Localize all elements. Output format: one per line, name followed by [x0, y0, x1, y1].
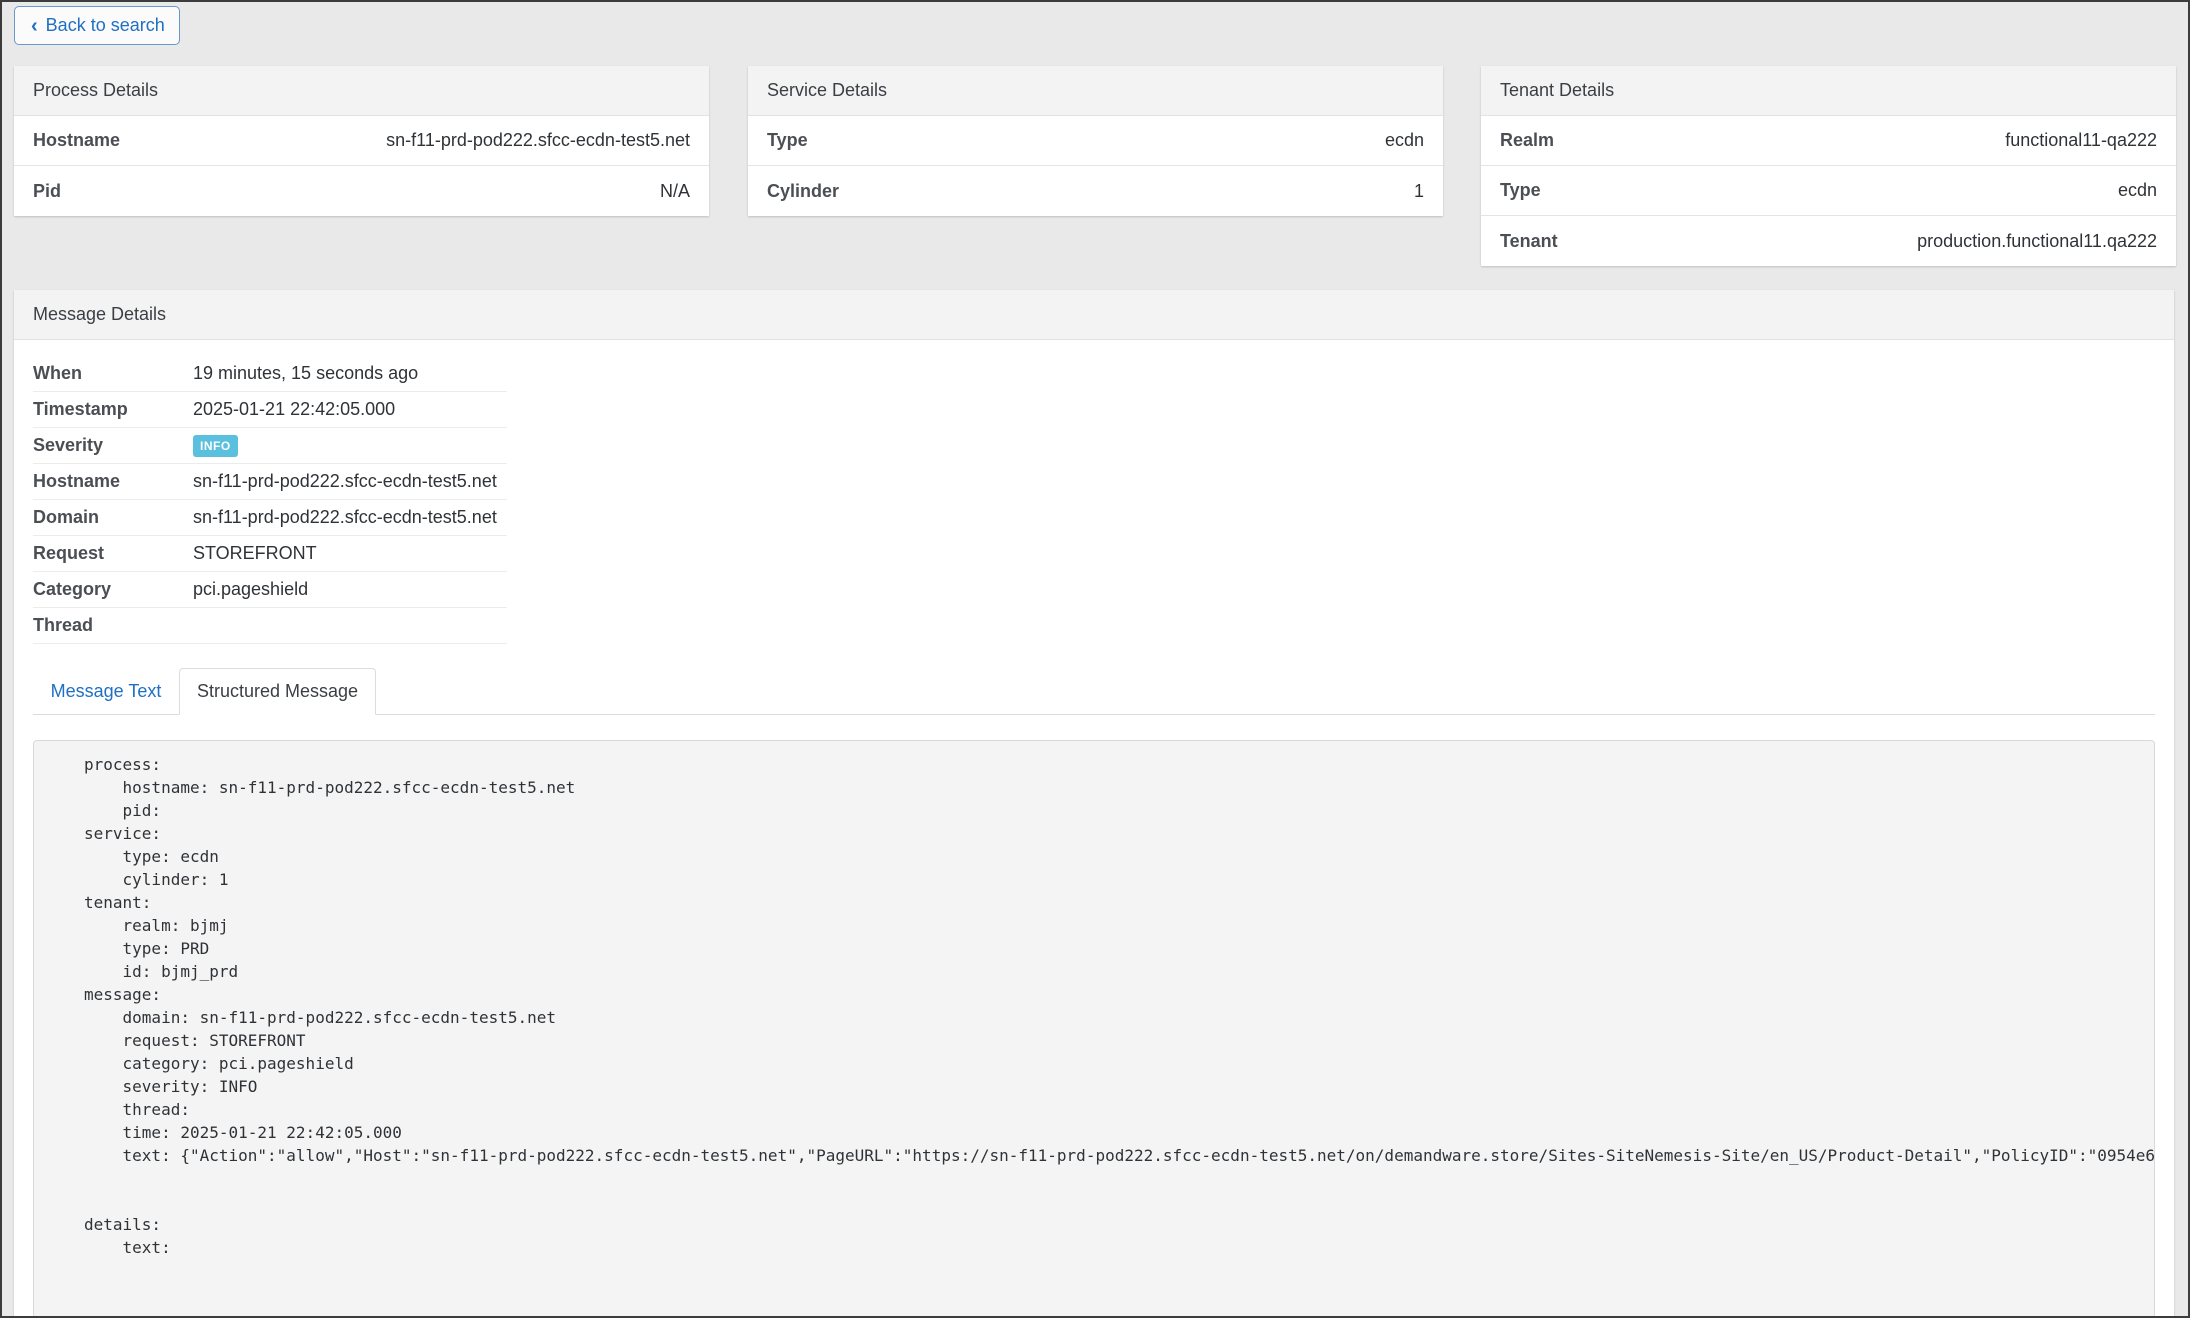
detail-row-category: Category pci.pageshield: [33, 572, 507, 608]
tenant-tenant-row: Tenant production.functional11.qa222: [1481, 216, 2176, 266]
tenant-details-title: Tenant Details: [1481, 66, 2176, 116]
detail-row-timestamp: Timestamp 2025-01-21 22:42:05.000: [33, 392, 507, 428]
detail-row-domain: Domain sn-f11-prd-pod222.sfcc-ecdn-test5…: [33, 500, 507, 536]
back-to-search-button[interactable]: ‹ Back to search: [14, 6, 180, 45]
service-cylinder-value: 1: [1413, 180, 1424, 201]
structured-message-text: process: hostname: sn-f11-prd-pod222.sfc…: [84, 755, 2155, 1257]
tenant-realm-row: Realm functional11-qa222: [1481, 116, 2176, 166]
process-hostname-value: sn-f11-prd-pod222.sfcc-ecdn-test5.net: [386, 130, 690, 150]
message-tabs: Message Text Structured Message: [33, 668, 2155, 715]
severity-badge: INFO: [193, 435, 238, 457]
message-details-title: Message Details: [14, 290, 2174, 340]
detail-key: Domain: [33, 507, 100, 527]
process-hostname-key: Hostname: [33, 130, 121, 150]
detail-key: Timestamp: [33, 399, 128, 419]
detail-row-when: When 19 minutes, 15 seconds ago: [33, 356, 507, 392]
tenant-details-card: Tenant Details Realm functional11-qa222 …: [1481, 66, 2176, 266]
service-details-card: Service Details Type ecdn Cylinder 1: [748, 66, 1443, 216]
tenant-tenant-value: production.functional11.qa222: [1917, 230, 2157, 251]
message-detail-table: When 19 minutes, 15 seconds ago Timestam…: [33, 356, 507, 644]
detail-row-hostname: Hostname sn-f11-prd-pod222.sfcc-ecdn-tes…: [33, 464, 507, 500]
tenant-realm-value: functional11-qa222: [2005, 130, 2157, 150]
detail-value: sn-f11-prd-pod222.sfcc-ecdn-test5.net: [193, 471, 497, 491]
detail-key: Thread: [33, 615, 94, 635]
detail-value: INFO: [193, 434, 238, 457]
detail-value: 19 minutes, 15 seconds ago: [193, 363, 419, 383]
service-details-title: Service Details: [748, 66, 1443, 116]
detail-key: Hostname: [33, 471, 121, 491]
process-details-title: Process Details: [14, 66, 709, 116]
tenant-type-row: Type ecdn: [1481, 166, 2176, 216]
tenant-tenant-key: Tenant: [1500, 230, 1558, 251]
process-hostname-row: Hostname sn-f11-prd-pod222.sfcc-ecdn-tes…: [14, 116, 709, 166]
detail-row-thread: Thread: [33, 608, 507, 644]
service-cylinder-key: Cylinder: [767, 180, 840, 201]
service-type-value: ecdn: [1384, 130, 1424, 150]
detail-value: pci.pageshield: [193, 579, 309, 599]
detail-key: Category: [33, 579, 112, 599]
service-type-key: Type: [767, 130, 808, 150]
detail-value: 2025-01-21 22:42:05.000: [193, 399, 396, 419]
tenant-type-value: ecdn: [2117, 180, 2157, 200]
tab-message-text[interactable]: Message Text: [33, 668, 179, 715]
service-type-row: Type ecdn: [748, 116, 1443, 166]
service-cylinder-row: Cylinder 1: [748, 166, 1443, 216]
process-details-card: Process Details Hostname sn-f11-prd-pod2…: [14, 66, 709, 216]
process-pid-value: N/A: [659, 180, 690, 201]
message-details-card: Message Details When 19 minutes, 15 seco…: [14, 290, 2174, 1318]
detail-key: Severity: [33, 435, 104, 455]
detail-value: STOREFRONT: [193, 543, 317, 563]
process-pid-key: Pid: [33, 180, 62, 201]
structured-message-panel[interactable]: process: hostname: sn-f11-prd-pod222.sfc…: [33, 740, 2155, 1318]
detail-value: sn-f11-prd-pod222.sfcc-ecdn-test5.net: [193, 507, 497, 527]
detail-key: When: [33, 363, 82, 383]
tenant-type-key: Type: [1500, 180, 1541, 200]
chevron-left-icon: ‹: [31, 14, 38, 37]
back-to-search-label: Back to search: [45, 15, 165, 35]
tenant-realm-key: Realm: [1500, 130, 1555, 150]
detail-row-severity: Severity INFO: [33, 428, 507, 464]
tab-structured-message[interactable]: Structured Message: [179, 668, 376, 715]
detail-key: Request: [33, 543, 105, 563]
detail-row-request: Request STOREFRONT: [33, 536, 507, 572]
process-pid-row: Pid N/A: [14, 166, 709, 216]
